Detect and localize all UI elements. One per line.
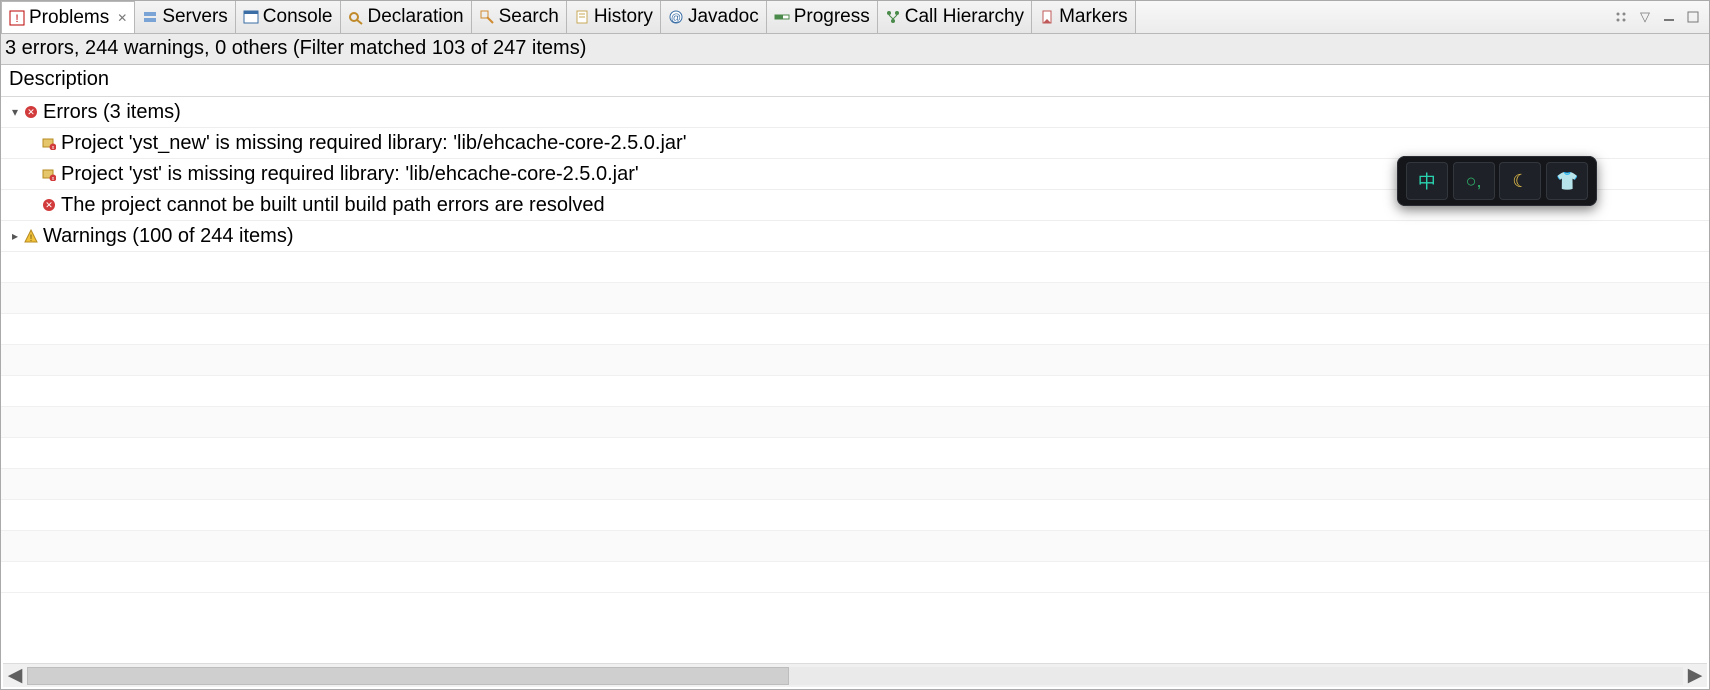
view-menu-dropdown-icon[interactable]: ▽ <box>1637 9 1653 25</box>
tabbar-toolbar: ▽ <box>1613 1 1709 33</box>
item-text: Project 'yst' is missing required librar… <box>61 163 639 186</box>
ime-punct-button[interactable]: ○, <box>1453 162 1495 200</box>
horizontal-scrollbar[interactable]: ◀ ▶ <box>3 663 1707 687</box>
expand-toggle-icon[interactable]: ▾ <box>7 105 23 119</box>
expand-toggle-icon[interactable]: ▸ <box>7 229 23 243</box>
column-header-description[interactable]: Description <box>1 65 1709 97</box>
scroll-right-icon[interactable]: ▶ <box>1683 665 1707 687</box>
tab-problems[interactable]: ! Problems ✕ <box>1 1 135 33</box>
call-hierarchy-icon <box>885 9 901 25</box>
view-tabbar: ! Problems ✕ Servers Console Declaration… <box>1 1 1709 34</box>
ime-mode-button[interactable]: 中 <box>1406 162 1448 200</box>
buildpath-error-icon: x <box>41 135 57 151</box>
tab-label: Markers <box>1059 6 1128 28</box>
ime-moon-button[interactable]: ☾ <box>1499 162 1541 200</box>
tab-label: Servers <box>162 6 227 28</box>
tab-javadoc[interactable]: @ Javadoc <box>661 1 767 33</box>
svg-text:✕: ✕ <box>45 200 53 210</box>
servers-icon <box>142 9 158 25</box>
tree-item-error[interactable]: x Project 'yst_new' is missing required … <box>1 128 1709 159</box>
buildpath-error-icon: x <box>41 166 57 182</box>
scroll-track[interactable] <box>27 667 1683 685</box>
javadoc-icon: @ <box>668 9 684 25</box>
svg-text:✕: ✕ <box>27 107 35 117</box>
minimize-view-icon[interactable] <box>1661 9 1677 25</box>
error-icon: ✕ <box>41 197 57 213</box>
problems-summary: 3 errors, 244 warnings, 0 others (Filter… <box>1 34 1709 65</box>
tab-servers[interactable]: Servers <box>135 1 235 33</box>
tab-label: Problems <box>29 7 109 29</box>
maximize-view-icon[interactable] <box>1685 9 1701 25</box>
tab-label: Declaration <box>368 6 464 28</box>
tab-search[interactable]: Search <box>472 1 567 33</box>
empty-rows <box>1 252 1709 593</box>
tree-group-errors[interactable]: ▾ ✕ Errors (3 items) <box>1 97 1709 128</box>
tab-label: Search <box>499 6 559 28</box>
declaration-icon <box>348 9 364 25</box>
tab-label: Progress <box>794 6 870 28</box>
tab-console[interactable]: Console <box>236 1 341 33</box>
group-label: Errors (3 items) <box>43 101 181 124</box>
item-text: Project 'yst_new' is missing required li… <box>61 132 687 155</box>
tab-markers[interactable]: Markers <box>1032 1 1136 33</box>
ime-toolbar[interactable]: 中 ○, ☾ 👕 <box>1397 156 1597 206</box>
tab-progress[interactable]: Progress <box>767 1 878 33</box>
tree-group-warnings[interactable]: ▸ ! Warnings (100 of 244 items) <box>1 221 1709 252</box>
tab-label: History <box>594 6 653 28</box>
history-icon <box>574 9 590 25</box>
tab-call-hierarchy[interactable]: Call Hierarchy <box>878 1 1032 33</box>
tab-history[interactable]: History <box>567 1 661 33</box>
search-icon <box>479 9 495 25</box>
scroll-thumb[interactable] <box>27 667 789 685</box>
tab-label: Call Hierarchy <box>905 6 1024 28</box>
markers-icon <box>1039 9 1055 25</box>
tab-declaration[interactable]: Declaration <box>341 1 472 33</box>
group-label: Warnings (100 of 244 items) <box>43 225 293 248</box>
svg-text:!: ! <box>30 233 33 243</box>
svg-text:!: ! <box>15 13 18 25</box>
console-icon <box>243 9 259 25</box>
warning-icon: ! <box>23 228 39 244</box>
close-icon[interactable]: ✕ <box>117 11 127 25</box>
tab-label: Console <box>263 6 333 28</box>
svg-text:@: @ <box>671 13 681 24</box>
tab-label: Javadoc <box>688 6 759 28</box>
item-text: The project cannot be built until build … <box>61 194 605 217</box>
error-icon: ✕ <box>23 104 39 120</box>
ime-skin-button[interactable]: 👕 <box>1546 162 1588 200</box>
progress-icon <box>774 9 790 25</box>
problems-icon: ! <box>9 10 25 26</box>
scroll-left-icon[interactable]: ◀ <box>3 665 27 687</box>
view-options-icon[interactable] <box>1613 9 1629 25</box>
